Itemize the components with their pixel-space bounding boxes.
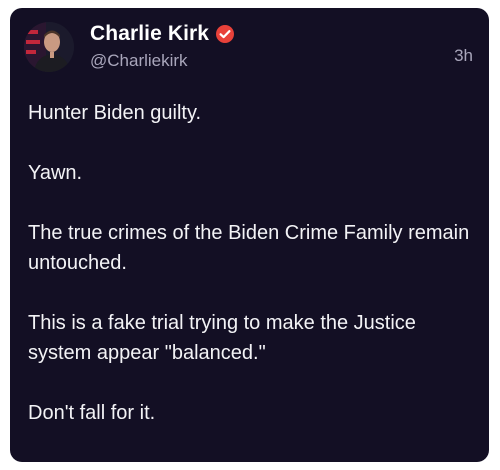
post-paragraph: This is a fake trial trying to make the … <box>28 312 416 364</box>
post-paragraph: Don't fall for it. <box>28 402 156 424</box>
post-timestamp: 3h <box>454 46 473 65</box>
display-name[interactable]: Charlie Kirk <box>90 22 209 46</box>
avatar-photo-icon <box>24 22 74 72</box>
avatar[interactable] <box>24 22 74 72</box>
name-row: Charlie Kirk <box>90 20 235 48</box>
post-paragraph: The true crimes of the Biden Crime Famil… <box>28 222 470 274</box>
author-handle[interactable]: @Charliekirk <box>90 51 235 71</box>
post-paragraph: Yawn. <box>28 162 83 184</box>
post-header: Charlie Kirk @Charliekirk 3h <box>24 20 473 80</box>
post-body: Hunter Biden guilty. Yawn. The true crim… <box>28 98 471 458</box>
author-block: Charlie Kirk @Charliekirk <box>90 20 235 71</box>
post-card[interactable]: Charlie Kirk @Charliekirk 3h Hunter Bide… <box>10 8 489 462</box>
post-paragraph: Hunter Biden guilty. <box>28 102 202 124</box>
verified-badge-icon <box>215 24 235 44</box>
